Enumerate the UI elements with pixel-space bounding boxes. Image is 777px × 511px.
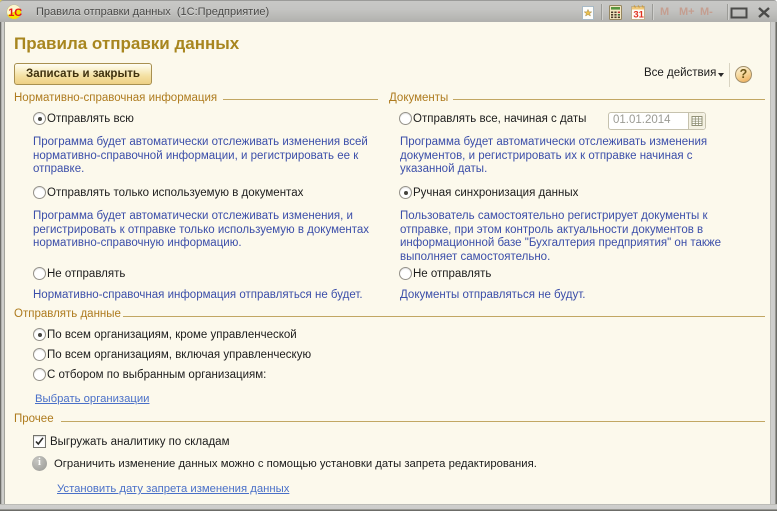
svg-text:31: 31 (633, 10, 644, 20)
svg-text:1C: 1C (8, 7, 22, 19)
